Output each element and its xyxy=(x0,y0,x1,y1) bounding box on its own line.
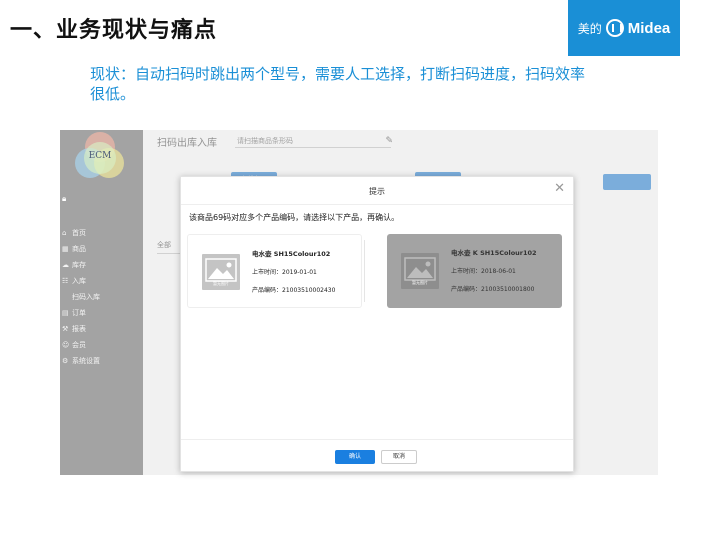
product-code: 产品编码：21003510002430 xyxy=(252,287,336,294)
product-code: 产品编码：21003510001800 xyxy=(451,286,535,293)
sidebar-item-home[interactable]: ⌂ 首页 xyxy=(60,225,143,241)
group-icon: ☷ xyxy=(62,277,69,285)
select-model-dialog: 提示 ✕ 该商品69码对应多个产品编码，请选择以下产品，再确认。 暂无图片 电水… xyxy=(180,176,574,472)
brand-en-text: Midea xyxy=(627,19,671,37)
product-model: 电水壶 K SH15Colour102 xyxy=(451,249,537,257)
tool-icon: ⚒ xyxy=(62,325,69,333)
dialog-message: 该商品69码对应多个产品编码，请选择以下产品，再确认。 xyxy=(189,213,400,222)
product-info: 电水壶 K SH15Colour102 上市时间：2018-06-01 产品编码… xyxy=(451,247,537,302)
dialog-title: 提示 xyxy=(369,187,385,196)
app-screenshot: ECM 🔒︎ ⌂ 首页 ▦ 商品 ☁ 库存 ☷ 入库 扫码入库 ▤ 订单 ⚒ 报表 ☺ 会员 … xyxy=(60,130,658,475)
sidebar-item-reports[interactable]: ⚒ 报表 xyxy=(60,321,143,337)
slide-description: 现状：自动扫码时跳出两个型号，需要人工选择，打断扫码进度，扫码效率很低。 xyxy=(90,65,586,103)
users-icon: ☺ xyxy=(62,341,70,349)
app-logo: ECM xyxy=(72,132,128,180)
card-divider xyxy=(364,240,365,302)
chart-icon: ▤ xyxy=(62,309,69,317)
confirm-button[interactable]: 确认 xyxy=(335,450,375,464)
sidebar-item-goods[interactable]: ▦ 商品 xyxy=(60,241,143,257)
grid-icon: ▦ xyxy=(62,245,69,253)
slide-title: 一、业务现状与痛点 xyxy=(10,18,218,43)
image-placeholder-icon: 暂无图片 xyxy=(401,253,439,289)
product-launch-date: 上市时间：2018-06-01 xyxy=(451,268,516,275)
sidebar-subitem-scan-inbound[interactable]: 扫码入库 xyxy=(60,289,143,305)
cancel-button[interactable]: 取消 xyxy=(381,450,417,464)
midea-logo-icon xyxy=(605,19,624,37)
product-info: 电水壶 SH15Colour102 上市时间：2019-01-01 产品编码：2… xyxy=(252,248,335,303)
image-placeholder-icon: 暂无图片 xyxy=(202,254,240,290)
brand-logo: 美的 Midea xyxy=(568,0,680,56)
home-icon: ⌂ xyxy=(62,229,67,237)
product-card[interactable]: 暂无图片 电水壶 SH15Colour102 上市时间：2019-01-01 产… xyxy=(187,234,362,308)
sidebar-item-settings[interactable]: ⚙ 系统设置 xyxy=(60,353,143,369)
dialog-header: 提示 ✕ xyxy=(181,177,573,205)
product-model: 电水壶 SH15Colour102 xyxy=(252,250,331,258)
sidebar: ECM 🔒︎ ⌂ 首页 ▦ 商品 ☁ 库存 ☷ 入库 扫码入库 ▤ 订单 ⚒ 报表 ☺ 会员 … xyxy=(60,130,143,475)
product-launch-date: 上市时间：2019-01-01 xyxy=(252,269,317,276)
sidebar-menu: ⌂ 首页 ▦ 商品 ☁ 库存 ☷ 入库 扫码入库 ▤ 订单 ⚒ 报表 ☺ 会员 ⚙ 系统设置 xyxy=(60,225,143,369)
app-logo-text: ECM xyxy=(88,151,112,161)
settings-icon: ⚙ xyxy=(62,357,69,365)
sidebar-item-orders[interactable]: ▤ 订单 xyxy=(60,305,143,321)
sidebar-item-members[interactable]: ☺ 会员 xyxy=(60,337,143,353)
sidebar-item-inbound[interactable]: ☷ 入库 xyxy=(60,273,143,289)
cloud-icon: ☁ xyxy=(62,261,69,269)
brand-cn-text: 美的 xyxy=(577,21,602,36)
dialog-footer: 确认 取消 xyxy=(181,439,573,471)
close-icon[interactable]: ✕ xyxy=(554,182,565,196)
product-card-selected[interactable]: 暂无图片 电水壶 K SH15Colour102 上市时间：2018-06-01… xyxy=(387,234,562,308)
sidebar-item-stock[interactable]: ☁ 库存 xyxy=(60,257,143,273)
lock-icon[interactable]: 🔒︎ xyxy=(62,194,66,204)
